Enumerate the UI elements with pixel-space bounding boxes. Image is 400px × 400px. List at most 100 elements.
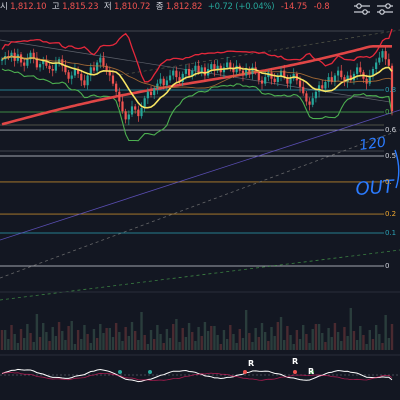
candle-body [226, 62, 229, 68]
volume-bar [355, 340, 359, 350]
volume-bar [321, 333, 324, 350]
volume-bar [352, 331, 356, 350]
candle-body [124, 111, 127, 120]
candle-body [324, 82, 327, 89]
volume-bar [257, 337, 261, 350]
candle-body [314, 91, 318, 99]
volume-bar [152, 339, 156, 350]
candle-body [298, 80, 302, 87]
candle-body [80, 73, 83, 81]
indicator-toggle-icon[interactable] [376, 2, 394, 16]
rsi-signal-mark: R [248, 359, 255, 368]
candle-body [67, 72, 70, 79]
candle-body [381, 51, 384, 58]
volume-bar [95, 338, 99, 350]
volume-bar [143, 335, 146, 350]
candle-body [146, 91, 149, 99]
candle-body [96, 62, 99, 71]
candle-body [235, 65, 238, 73]
volume-bar [73, 344, 77, 350]
volume-bar [51, 327, 54, 350]
candle-body [175, 70, 178, 78]
volume-bar [89, 343, 92, 350]
volume-bar [172, 324, 175, 350]
trendline [0, 109, 400, 241]
long-moving-average [1, 45, 392, 126]
candle-body [311, 98, 314, 105]
volume-bar [38, 337, 42, 350]
candle-body [32, 52, 35, 58]
volume-bar [260, 323, 264, 350]
volume-bar [330, 337, 333, 350]
candle-body [137, 109, 140, 117]
volume-bar [200, 336, 203, 350]
volume-bar [99, 324, 102, 350]
candle-body [168, 75, 172, 81]
candle-body [305, 93, 308, 102]
volume-bar [263, 332, 267, 350]
price-chart[interactable]: 120OUT [0, 0, 400, 400]
candle-body [365, 78, 368, 84]
volume-bar [273, 336, 276, 350]
candle-body [197, 65, 200, 73]
candle-body [48, 65, 51, 69]
candle-body [257, 72, 260, 81]
volume-bar [140, 312, 143, 350]
candle-body [200, 67, 203, 73]
volume-bar [159, 334, 162, 350]
candle-body [378, 57, 381, 63]
volume-bar [83, 325, 86, 350]
volume-bar [238, 329, 242, 350]
settings-toggle-icon[interactable] [353, 2, 371, 16]
candle-body [149, 91, 153, 95]
candle-body [356, 67, 359, 74]
volume-bar [133, 331, 137, 350]
ohlc-header: 시 1,812.10 고 1,815.23 저 1,810.72 종 1,812… [0, 0, 330, 14]
volume-bar [289, 335, 292, 350]
volume-bar [19, 329, 23, 350]
second-extra: -0.8 [313, 2, 330, 12]
candle-body [99, 57, 102, 63]
candle-body [260, 80, 264, 84]
volume-bar [194, 341, 197, 350]
candle-body [384, 51, 387, 60]
volume-bar [32, 342, 35, 350]
volume-bar [13, 334, 16, 350]
volume-bar [340, 341, 343, 350]
volume-bar [92, 329, 96, 350]
volume-bar [244, 310, 248, 350]
fib-level-label: 0.8 [385, 86, 397, 94]
volume-bar [390, 324, 394, 350]
volume-bar [10, 325, 13, 350]
volume-bar [42, 323, 45, 350]
chart-root: 120 OUT 시 1,812.10 고 1,815.23 저 1,810.72 … [0, 0, 400, 400]
candle-body [23, 62, 26, 66]
volume-bar [35, 314, 39, 350]
volume-bar [210, 326, 213, 350]
volume-bar [178, 342, 181, 350]
volume-bar [197, 327, 200, 350]
volume-bar [343, 327, 346, 350]
volume-bar [359, 326, 362, 350]
volume-bar [311, 329, 314, 350]
candle-body [251, 67, 254, 74]
volume-bar [130, 322, 134, 350]
volume-bar [61, 331, 64, 350]
volume-bar [29, 333, 32, 350]
candle-body [184, 69, 188, 74]
volume-bar [102, 333, 105, 350]
volume-bar [16, 343, 20, 350]
volume-bar [314, 324, 318, 350]
oscillator-line [1, 368, 393, 383]
volume-bar [381, 343, 384, 350]
oscillator-dot [293, 370, 297, 374]
candle-body [321, 85, 324, 89]
volume-bar [333, 323, 337, 350]
volume-bar [308, 343, 311, 350]
volume-bar [76, 330, 80, 350]
rsi-signal-mark: R [292, 357, 299, 366]
volume-bar [346, 336, 349, 350]
volume-bar [279, 317, 283, 350]
candle-body [115, 83, 118, 92]
volume-bar [292, 344, 295, 350]
